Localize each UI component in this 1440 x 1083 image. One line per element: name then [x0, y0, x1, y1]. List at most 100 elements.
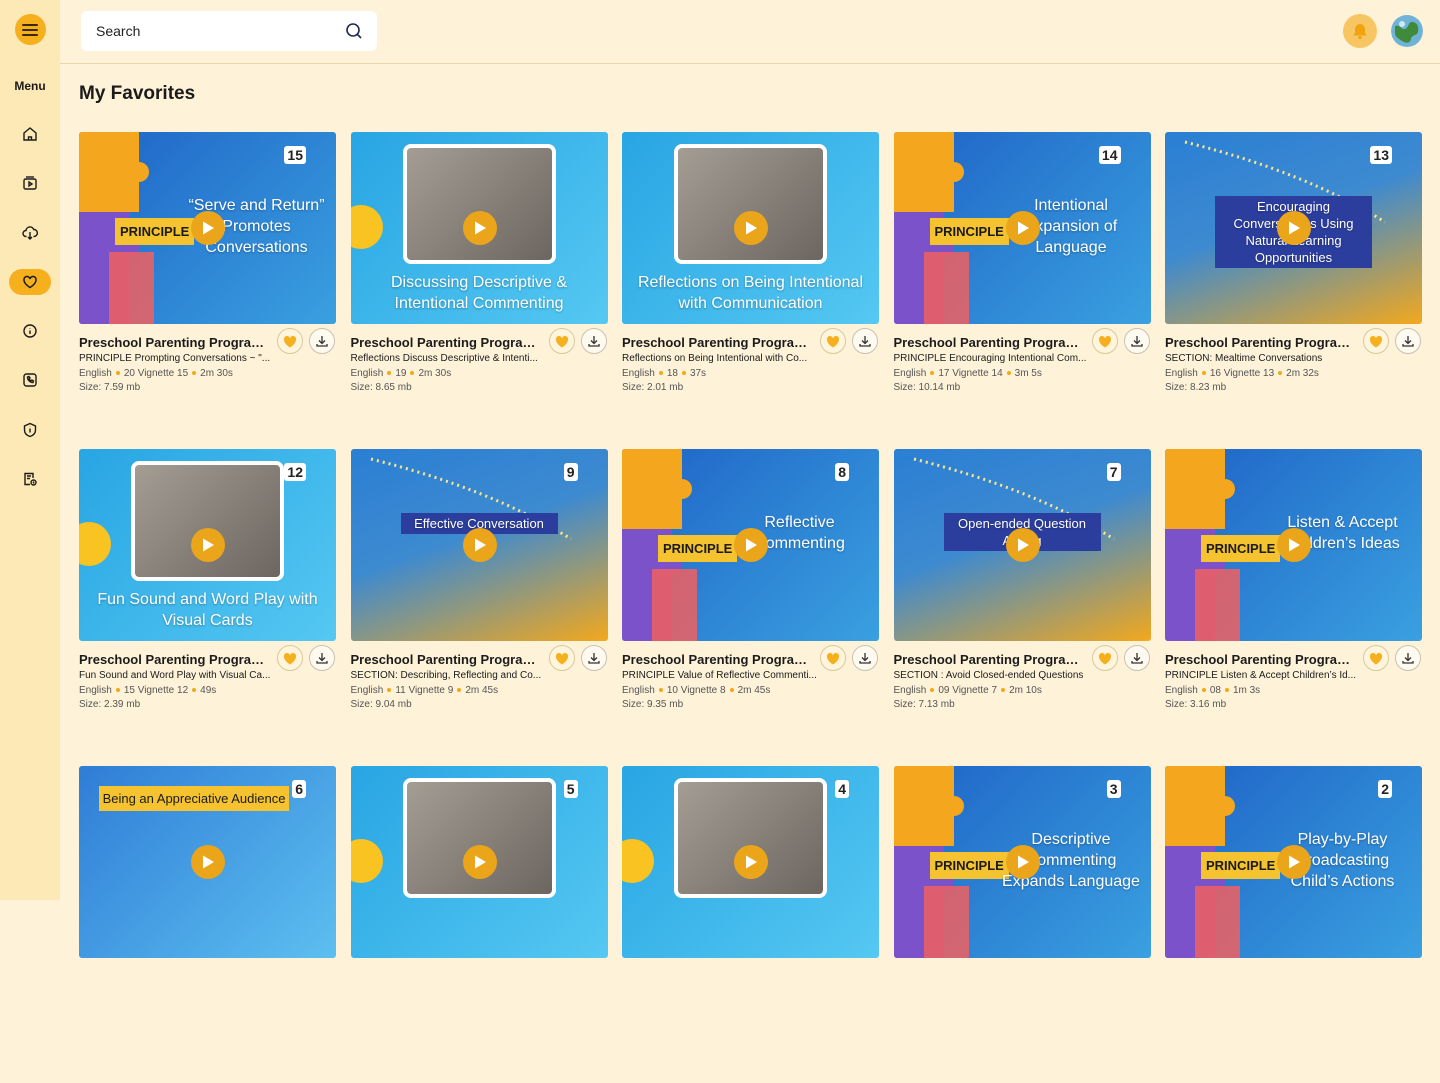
- play-button[interactable]: [1005, 845, 1040, 879]
- video-title[interactable]: Preschool Parenting Program ...: [1165, 335, 1360, 350]
- video-thumbnail[interactable]: PRINCIPLE Listen & Accept Children’s Idea…: [1165, 449, 1422, 641]
- heart-icon: [1369, 335, 1383, 347]
- episode-number: 2: [1378, 780, 1392, 798]
- bell-icon: [1353, 24, 1367, 40]
- video-title[interactable]: Preschool Parenting Program ...: [894, 652, 1089, 667]
- video-thumbnail[interactable]: Discussing Descriptive & Intentional Com…: [350, 132, 608, 324]
- video-duration: 2m 45s: [737, 685, 771, 696]
- sidebar-nav: [9, 121, 51, 515]
- video-thumbnail[interactable]: PRINCIPLE Play-by-Play Broadcasting Child…: [1165, 766, 1422, 958]
- play-button[interactable]: [462, 211, 497, 245]
- play-button[interactable]: [1277, 211, 1311, 245]
- favorite-button[interactable]: [820, 328, 846, 354]
- play-button[interactable]: [1277, 528, 1311, 562]
- video-thumbnail[interactable]: Effective Conversation 9: [350, 449, 608, 641]
- video-thumbnail[interactable]: Fun Sound and Word Play with Visual Card…: [79, 449, 336, 641]
- episode-number: 7: [1106, 463, 1121, 481]
- separator-dot: [387, 688, 392, 693]
- video-thumbnail[interactable]: PRINCIPLE Intentional Expansion of Langua…: [893, 132, 1151, 324]
- sidebar-item-favorites[interactable]: [9, 268, 51, 295]
- search-icon[interactable]: [345, 22, 363, 40]
- play-button[interactable]: [1277, 845, 1311, 879]
- video-meta: English 19 2m 30s: [351, 368, 452, 379]
- sidebar-item-privacy[interactable]: [9, 417, 51, 443]
- favorite-button[interactable]: [1363, 328, 1389, 354]
- video-title[interactable]: Preschool Parenting Program ...: [351, 335, 546, 350]
- favorite-button[interactable]: [1091, 328, 1118, 354]
- play-icon: [203, 538, 214, 552]
- download-button[interactable]: [309, 328, 335, 354]
- video-title[interactable]: Preschool Parenting Program ...: [79, 335, 274, 350]
- play-button[interactable]: [191, 211, 225, 245]
- video-title[interactable]: Preschool Parenting Program ...: [351, 652, 546, 667]
- play-button[interactable]: [462, 528, 497, 562]
- favorite-button[interactable]: [277, 645, 303, 671]
- video-title[interactable]: Preschool Parenting Program ...: [79, 652, 274, 667]
- download-button[interactable]: [1123, 328, 1150, 354]
- sidebar-item-terms[interactable]: [9, 466, 51, 492]
- favorite-button[interactable]: [1363, 645, 1389, 671]
- user-avatar[interactable]: [1391, 14, 1423, 48]
- favorite-button[interactable]: [820, 645, 846, 671]
- card-info: Preschool Parenting Program ... PRINCIPLE…: [1165, 641, 1422, 766]
- heart-icon: [826, 652, 840, 664]
- notifications-button[interactable]: [1343, 14, 1377, 48]
- video-card: PRINCIPLE Listen & Accept Children’s Idea…: [1165, 449, 1422, 766]
- play-button[interactable]: [734, 211, 768, 245]
- download-button[interactable]: [1123, 645, 1150, 671]
- sidebar-item-home[interactable]: [9, 121, 51, 147]
- download-button[interactable]: [1395, 645, 1421, 671]
- video-thumbnail[interactable]: 4: [622, 766, 879, 958]
- download-button[interactable]: [580, 645, 607, 671]
- download-icon: [1402, 653, 1414, 664]
- episode-number: 13: [1370, 146, 1392, 164]
- favorite-button[interactable]: [1091, 645, 1118, 671]
- video-card: PRINCIPLE Intentional Expansion of Langua…: [893, 132, 1151, 449]
- video-thumbnail[interactable]: Open-ended Question Asking7: [893, 449, 1151, 641]
- video-thumbnail[interactable]: PRINCIPLE Descriptive Commenting Expands …: [893, 766, 1151, 958]
- download-button[interactable]: [1395, 328, 1421, 354]
- favorite-button[interactable]: [548, 328, 575, 354]
- video-thumbnail[interactable]: Encouraging Conversations Using Natural …: [1165, 132, 1422, 324]
- download-button[interactable]: [852, 645, 878, 671]
- play-button[interactable]: [462, 845, 497, 879]
- video-subtitle: Fun Sound and Word Play with Visual Ca..…: [79, 670, 271, 681]
- sidebar-item-info[interactable]: [9, 318, 51, 344]
- play-icon: [1289, 855, 1300, 869]
- video-duration: 3m 5s: [1014, 368, 1042, 379]
- video-title[interactable]: Preschool Parenting Program ...: [622, 652, 817, 667]
- favorite-button[interactable]: [548, 645, 575, 671]
- play-button[interactable]: [734, 528, 768, 562]
- video-photo: [674, 778, 827, 898]
- search-input[interactable]: [96, 23, 345, 39]
- favorite-button[interactable]: [277, 328, 303, 354]
- sidebar-item-contact[interactable]: [9, 367, 51, 393]
- download-button[interactable]: [852, 328, 878, 354]
- video-thumbnail[interactable]: Being an Appreciative Audience 6: [79, 766, 336, 958]
- sidebar-item-downloads[interactable]: [9, 220, 51, 246]
- play-icon: [474, 855, 486, 869]
- play-button[interactable]: [734, 845, 768, 879]
- video-meta: English 09 Vignette 7 2m 10s: [894, 685, 1042, 696]
- video-title[interactable]: Preschool Parenting Program ...: [622, 335, 817, 350]
- video-thumbnail[interactable]: PRINCIPLE Reflective Commenting 8: [622, 449, 879, 641]
- separator-dot: [115, 371, 120, 376]
- video-thumbnail[interactable]: PRINCIPLE “Serve and Return” Promotes Con…: [79, 132, 336, 324]
- play-button[interactable]: [1005, 528, 1040, 562]
- download-icon: [859, 336, 871, 347]
- hamburger-menu-button[interactable]: [14, 14, 46, 45]
- video-title[interactable]: Preschool Parenting Program ...: [1165, 652, 1360, 667]
- download-button[interactable]: [309, 645, 335, 671]
- video-title[interactable]: Preschool Parenting Program ...: [894, 335, 1089, 350]
- download-button[interactable]: [580, 328, 607, 354]
- play-button[interactable]: [191, 845, 225, 879]
- play-button[interactable]: [1005, 211, 1040, 245]
- video-thumbnail[interactable]: 5: [350, 766, 608, 958]
- download-icon: [1130, 653, 1143, 664]
- video-vignette: 08: [1209, 685, 1221, 696]
- sidebar-item-library[interactable]: [9, 170, 51, 196]
- video-subtitle: PRINCIPLE Listen & Accept Children’s Id.…: [1165, 670, 1357, 681]
- video-thumbnail[interactable]: Reflections on Being Intentional with Co…: [622, 132, 879, 324]
- play-button[interactable]: [191, 528, 225, 562]
- contact-icon: [23, 373, 37, 388]
